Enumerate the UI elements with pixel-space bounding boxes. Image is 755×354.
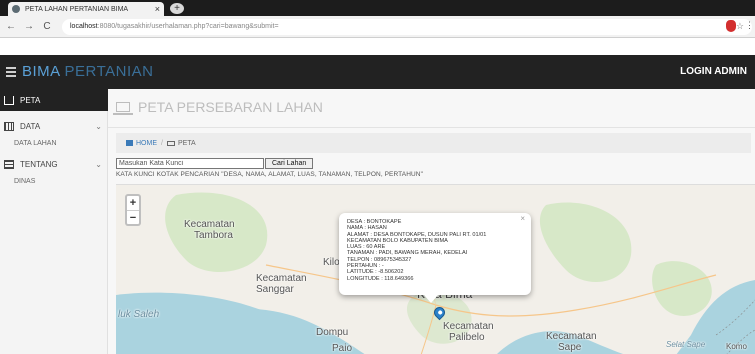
map-label-dompu: Dompu: [316, 327, 349, 338]
map-label-kecamatan-sape: Kecamatan Sape: [546, 331, 597, 353]
breadcrumb: HOME / PETA: [116, 133, 751, 153]
map-label-kilo: Kilo: [323, 257, 340, 268]
map-label-kecamatan-tambora: Kecamatan Tambora: [184, 219, 235, 241]
map-view[interactable]: + − Kecamatan Tambora Kilo Kecamatan Sangg…: [116, 184, 755, 354]
sidebar-item-data[interactable]: DATA ⌄: [0, 119, 108, 133]
browser-toolbar: ← → C localhost:8080/tugasakhir/userhala…: [0, 16, 755, 38]
sidebar-item-label: TENTANG: [20, 159, 58, 169]
monitor-icon: [113, 102, 133, 115]
app-navbar: BIMA PERTANIAN LOGIN ADMIN: [0, 55, 755, 89]
browser-tab-title: PETA LAHAN PERTANIAN BIMA: [25, 5, 129, 13]
title-divider: [108, 127, 755, 128]
zoom-out-button[interactable]: −: [127, 210, 139, 224]
sidebar-item-label: DATA: [20, 121, 41, 131]
url-path: :8080/tugasakhir/userhalaman.php?cari=ba…: [97, 23, 279, 30]
popup-line-longitude: LONGITUDE : 118.649366: [347, 275, 414, 282]
bookmark-star-icon[interactable]: ☆: [736, 21, 744, 32]
table-icon: [4, 121, 14, 131]
sidebar-item-label: PETA: [20, 95, 41, 105]
page-title: PETA PERSEBARAN LAHAN: [113, 99, 323, 115]
breadcrumb-home[interactable]: HOME: [136, 140, 157, 147]
document-icon: [4, 159, 14, 169]
sidebar: PETA DATA ⌄ DATA LAHAN TENTANG ⌄ DINAS: [0, 89, 108, 354]
brand-part-2: PERTANIAN: [59, 63, 154, 80]
zoom-control: + −: [125, 194, 141, 226]
login-admin-link[interactable]: LOGIN ADMIN: [680, 66, 747, 77]
search-button[interactable]: Cari Lahan: [265, 157, 314, 169]
browser-tab-bar: PETA LAHAN PERTANIAN BIMA × +: [0, 0, 755, 16]
breadcrumb-current: PETA: [177, 139, 196, 147]
popup-tip: [424, 295, 438, 303]
chevron-down-icon: ⌄: [95, 121, 102, 131]
browser-menu-icon[interactable]: ⋮: [745, 20, 754, 31]
sidebar-item-tentang[interactable]: TENTANG ⌄: [0, 157, 108, 171]
hamburger-menu-icon[interactable]: [6, 67, 16, 77]
tab-close-icon[interactable]: ×: [155, 4, 160, 14]
brand-part-1: BIMA: [22, 63, 60, 80]
brand-logo[interactable]: BIMA PERTANIAN: [22, 63, 154, 80]
map-label-teluk-saleh: luk Saleh: [118, 309, 160, 320]
map-label-selat-sape: Selat Sape: [666, 340, 706, 349]
sidebar-subitem-data-lahan[interactable]: DATA LAHAN: [14, 140, 57, 147]
home-icon: [4, 95, 14, 105]
url-host: localhost: [70, 23, 98, 30]
map-popup: × DESA : BONTOKAPE NAMA : HASAN ALAMAT :…: [339, 213, 531, 295]
map-label-paio: Paio: [332, 343, 353, 354]
breadcrumb-separator: /: [161, 139, 163, 147]
browser-tab[interactable]: PETA LAHAN PERTANIAN BIMA ×: [8, 2, 164, 16]
extension-icon[interactable]: [726, 20, 736, 32]
forward-arrow-icon[interactable]: →: [22, 21, 36, 32]
page-title-text: PETA PERSEBARAN LAHAN: [138, 99, 323, 115]
home-icon: [126, 140, 133, 146]
main-content: PETA PERSEBARAN LAHAN HOME / PETA Cari L…: [108, 89, 755, 354]
popup-close-icon[interactable]: ×: [520, 214, 525, 222]
map-label-kecamatan-palibelo: Kecamatan Palibelo: [443, 321, 494, 343]
zoom-in-button[interactable]: +: [127, 196, 139, 210]
map-label-kecamatan-sanggar: Kecamatan Sanggar: [256, 273, 307, 295]
search-form: Cari Lahan: [116, 157, 314, 169]
sidebar-subitem-dinas[interactable]: DINAS: [14, 178, 35, 185]
new-tab-button[interactable]: +: [170, 3, 184, 14]
search-hint: KATA KUNCI KOTAK PENCARIAN "DESA, NAMA, …: [116, 171, 423, 178]
address-bar[interactable]: localhost:8080/tugasakhir/userhalaman.ph…: [62, 18, 752, 35]
chevron-down-icon: ⌄: [95, 159, 102, 169]
monitor-icon: [166, 140, 175, 146]
site-favicon-icon: [12, 5, 20, 13]
search-input[interactable]: [116, 157, 264, 169]
back-arrow-icon[interactable]: ←: [4, 21, 18, 32]
reload-icon[interactable]: C: [40, 21, 54, 32]
sidebar-item-peta[interactable]: PETA: [0, 89, 108, 111]
map-label-komodo: Komo: [726, 342, 747, 351]
